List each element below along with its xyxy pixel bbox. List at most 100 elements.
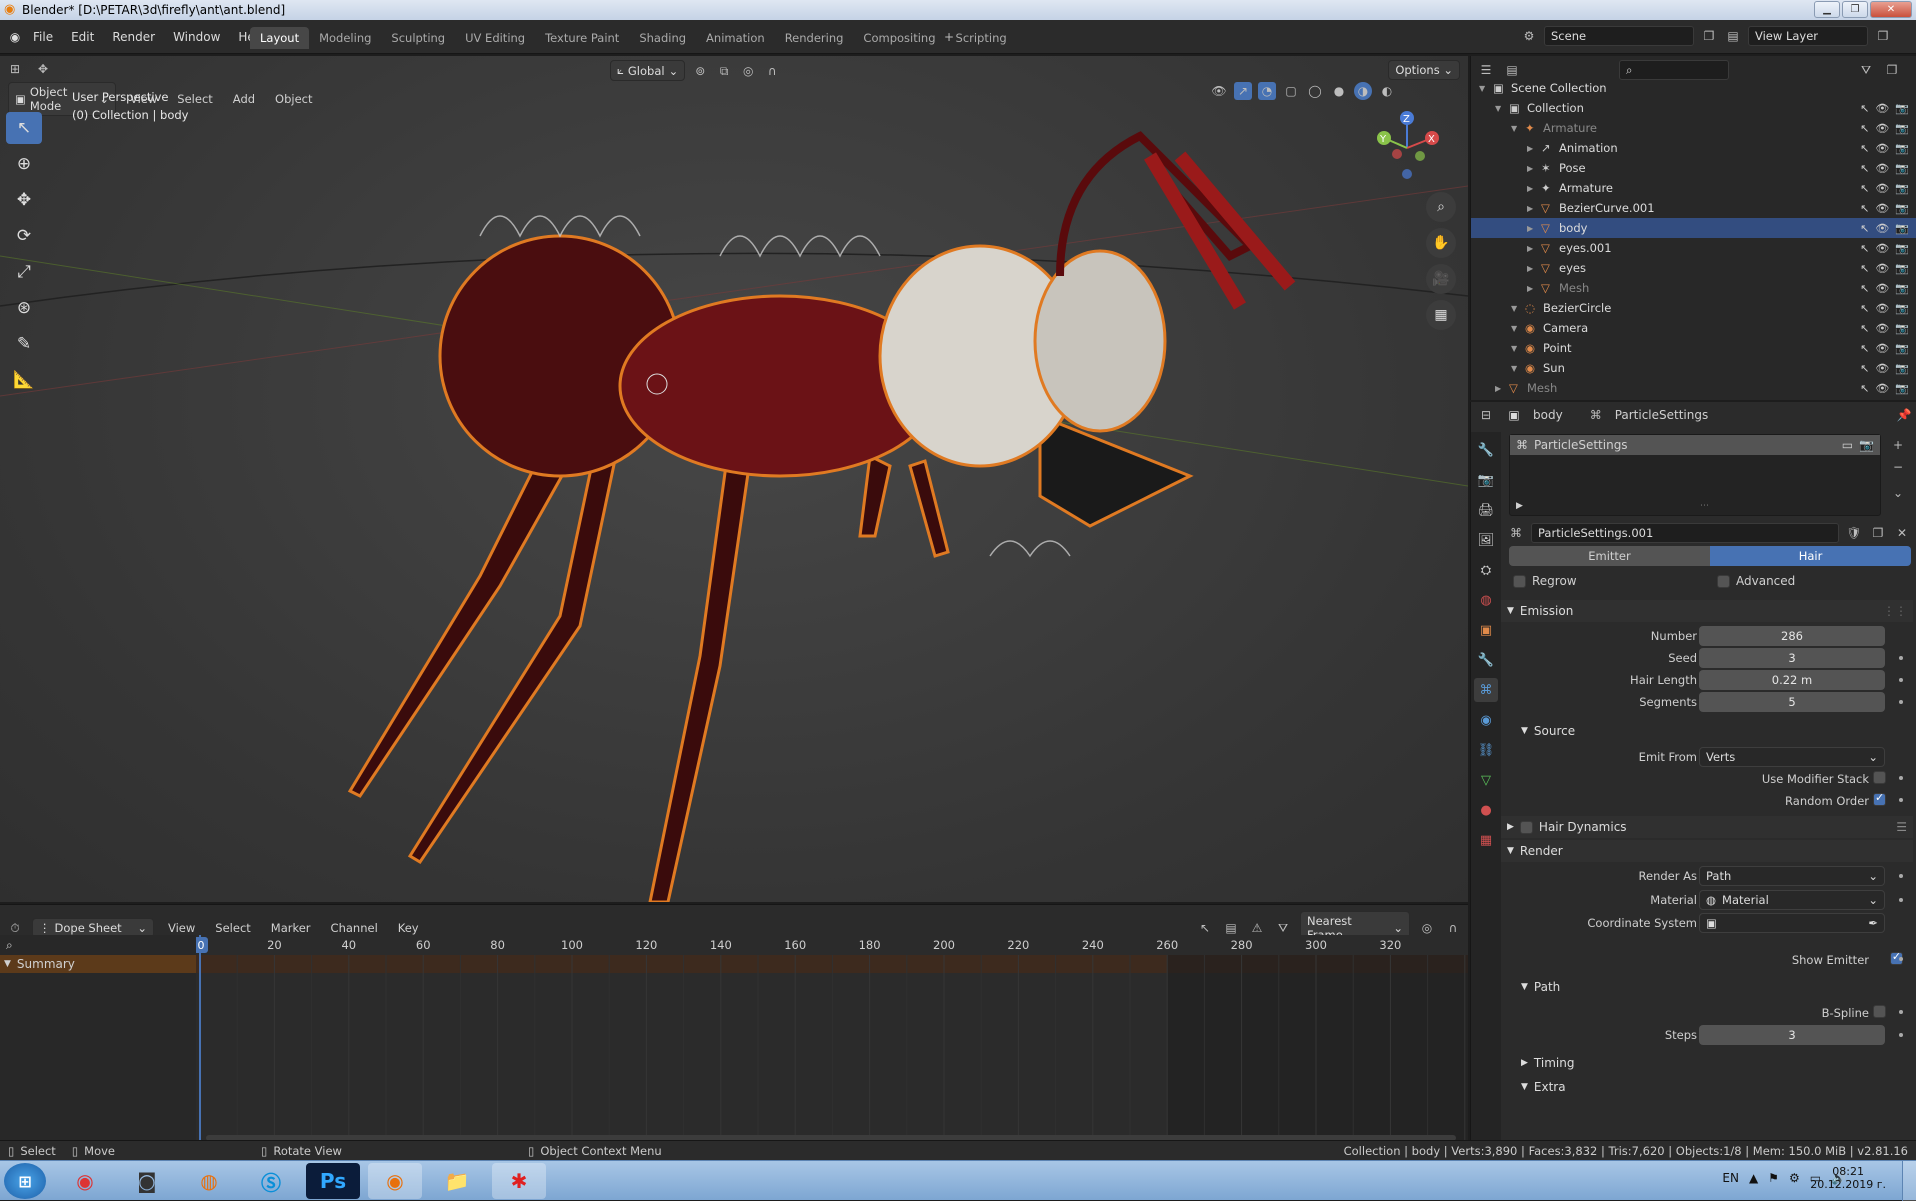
workspace-tab-animation[interactable]: Animation xyxy=(696,27,775,49)
visibility-eye-icon[interactable]: 👁 xyxy=(1875,362,1889,375)
3d-viewport[interactable]: ⊞ ✥ ⟀ Global ⌄ ⊚ ⧉ ◎ ∩ Options ⌄ ▣ Object M… xyxy=(0,56,1468,902)
dope-menu-view[interactable]: View xyxy=(162,921,201,935)
measure-tool[interactable]: 📐 xyxy=(6,364,42,396)
expand-arrow-icon[interactable]: ▶ xyxy=(1527,144,1541,153)
expand-arrow-icon[interactable]: ▼ xyxy=(1511,364,1525,373)
particle-systems-list[interactable]: ⌘ ParticleSettings ▭ 📷 ▶ ⋯ xyxy=(1509,434,1881,516)
visibility-eye-icon[interactable]: 👁 xyxy=(1875,162,1889,175)
annotate-tool[interactable]: ✎ xyxy=(6,328,42,360)
add-workspace-icon[interactable]: + xyxy=(940,28,958,46)
properties-editor-icon[interactable]: ⊟ xyxy=(1477,406,1495,424)
outliner-row[interactable]: ▶ ▽ body ↖ 👁 📷 xyxy=(1471,218,1916,238)
solid-shading-icon[interactable]: ● xyxy=(1330,82,1348,100)
visibility-eye-icon[interactable]: 👁 xyxy=(1875,382,1889,395)
workspace-tab-modeling[interactable]: Modeling xyxy=(309,27,381,49)
extra-subpanel-header[interactable]: ▼ Extra xyxy=(1515,1076,1916,1098)
visibility-icon[interactable]: 👁 xyxy=(1210,82,1228,100)
selectable-toggle-icon[interactable]: ↖ xyxy=(1860,102,1869,115)
material-dropdown[interactable]: ◍ Material ⌄ xyxy=(1699,890,1885,910)
new-view-layer-icon[interactable]: ❐ xyxy=(1874,27,1892,45)
outliner-row[interactable]: ▶ ✶ Pose ↖ 👁 📷 xyxy=(1471,158,1916,178)
outliner-row[interactable]: ▶ ▽ eyes ↖ 👁 📷 xyxy=(1471,258,1916,278)
expand-arrow-icon[interactable]: ▶ xyxy=(1527,244,1541,253)
selectable-toggle-icon[interactable]: ↖ xyxy=(1860,342,1869,355)
seed-field[interactable]: 3 xyxy=(1699,648,1885,668)
visibility-eye-icon[interactable]: 👁 xyxy=(1875,142,1889,155)
texture-tab-icon[interactable]: ▦ xyxy=(1474,828,1498,852)
view-layer-field[interactable]: View Layer xyxy=(1748,26,1868,46)
render-camera-icon[interactable]: 📷 xyxy=(1895,242,1909,255)
outliner-row[interactable]: ▶ ↗ Animation ↖ 👁 📷 xyxy=(1471,138,1916,158)
pan-hand-icon[interactable]: ✋ xyxy=(1426,228,1456,258)
visibility-eye-icon[interactable]: 👁 xyxy=(1875,222,1889,235)
path-subpanel-header[interactable]: ▼ Path xyxy=(1515,976,1916,998)
dope-sheet-timeline[interactable]: 20 40 60 80 100 120 140 160 180 200 220 240 260 280 30… xyxy=(196,935,1468,1149)
render-camera-icon[interactable]: 📷 xyxy=(1895,322,1909,335)
render-camera-icon[interactable]: 📷 xyxy=(1895,102,1909,115)
eyedropper-icon[interactable]: ✒ xyxy=(1868,916,1878,930)
rotate-tool[interactable]: ⟳ xyxy=(6,220,42,252)
select-box-tool[interactable]: ↖ xyxy=(6,112,42,144)
keyframe-dot[interactable] xyxy=(1899,1010,1903,1014)
outliner-row[interactable]: ▶ ▽ Mesh ↖ 👁 📷 xyxy=(1471,378,1916,398)
data-tab-icon[interactable]: ▽ xyxy=(1474,768,1498,792)
zoom-icon[interactable]: ⌕ xyxy=(1426,192,1456,222)
transform-orientation-dropdown[interactable]: ⟀ Global ⌄ xyxy=(610,60,686,81)
visibility-eye-icon[interactable]: 👁 xyxy=(1875,322,1889,335)
hair-length-field[interactable]: 0.22 m xyxy=(1699,670,1885,690)
visibility-eye-icon[interactable]: 👁 xyxy=(1875,282,1889,295)
outliner-row[interactable]: ▼ ▣ Collection ↖ 👁 📷 xyxy=(1471,98,1916,118)
keyframe-dot[interactable] xyxy=(1899,656,1903,660)
material-shading-icon[interactable]: ◑ xyxy=(1354,82,1372,100)
remove-particle-icon[interactable]: − xyxy=(1889,458,1907,476)
regrow-check[interactable] xyxy=(1513,574,1526,588)
outliner-row[interactable]: ▶ ✦ Armature ↖ 👁 📷 xyxy=(1471,178,1916,198)
modifiers-tab-icon[interactable]: 🔧 xyxy=(1474,648,1498,672)
minimize-button[interactable]: ▁ xyxy=(1814,1,1840,18)
menu-edit[interactable]: Edit xyxy=(62,30,103,44)
add-particle-icon[interactable]: + xyxy=(1889,436,1907,454)
workspace-tab-shading[interactable]: Shading xyxy=(629,27,696,49)
viewport-menu-add[interactable]: Add xyxy=(227,92,261,106)
viewport-menu-object[interactable]: Object xyxy=(269,92,318,106)
display-mode-icon[interactable]: ▤ xyxy=(1503,61,1521,79)
regrow-checkbox[interactable]: Regrow xyxy=(1513,574,1577,588)
overlay-toggle-icon[interactable]: ◔ xyxy=(1258,82,1276,100)
expand-arrow-icon[interactable]: ▶ xyxy=(1495,384,1509,393)
drag-handle-icon[interactable]: ⋮⋮ xyxy=(1883,604,1907,618)
expand-arrow-icon[interactable]: ▶ xyxy=(1527,164,1541,173)
steps-field[interactable]: 3 xyxy=(1699,1025,1885,1045)
workspace-tab-uv-editing[interactable]: UV Editing xyxy=(455,27,535,49)
proportional-edit-icon[interactable]: ◎ xyxy=(739,62,757,80)
keyframe-dot[interactable] xyxy=(1899,1033,1903,1037)
visibility-eye-icon[interactable]: 👁 xyxy=(1875,182,1889,195)
selectable-toggle-icon[interactable]: ↖ xyxy=(1860,362,1869,375)
fake-user-icon[interactable]: 🛡 xyxy=(1845,524,1863,542)
physics-tab-icon[interactable]: ◉ xyxy=(1474,708,1498,732)
visibility-eye-icon[interactable]: 👁 xyxy=(1875,262,1889,275)
clock[interactable]: 08:21 20.12.2019 г. xyxy=(1810,1165,1886,1191)
workspace-tab-texture-paint[interactable]: Texture Paint xyxy=(535,27,629,49)
navigation-gizmo[interactable]: Z X Y xyxy=(1372,108,1442,188)
pin-icon[interactable]: 📌 xyxy=(1895,406,1913,424)
expand-arrow-icon[interactable]: ▼ xyxy=(1511,344,1525,353)
expand-arrow-icon[interactable]: ▼ xyxy=(1479,84,1493,93)
render-panel-header[interactable]: ▼ Render xyxy=(1501,840,1913,862)
render-camera-icon[interactable]: 📷 xyxy=(1895,282,1909,295)
outliner-row[interactable]: ▼ ◉ Point ↖ 👁 📷 xyxy=(1471,338,1916,358)
expand-arrow-icon[interactable]: ▶ xyxy=(1527,184,1541,193)
render-camera-icon[interactable]: 📷 xyxy=(1895,142,1909,155)
snap-icon[interactable]: ⧉ xyxy=(715,62,733,80)
outliner-row[interactable]: ▼ ◉ Camera ↖ 👁 📷 xyxy=(1471,318,1916,338)
emission-panel-header[interactable]: ▼ Emission ⋮⋮ xyxy=(1501,600,1913,622)
selectable-toggle-icon[interactable]: ↖ xyxy=(1860,242,1869,255)
render-camera-icon[interactable]: 📷 xyxy=(1895,362,1909,375)
move-tool[interactable]: ✥ xyxy=(6,184,42,216)
output-tab-icon[interactable]: 🖨 xyxy=(1474,498,1498,522)
ruler-bar[interactable] xyxy=(196,935,1468,955)
keyframe-dot[interactable] xyxy=(1899,678,1903,682)
particle-list-item[interactable]: ⌘ ParticleSettings ▭ 📷 xyxy=(1510,435,1880,455)
summary-channel[interactable]: ▼ Summary xyxy=(0,955,196,973)
material-tab-icon[interactable]: ● xyxy=(1474,798,1498,822)
expand-arrow-icon[interactable]: ▶ xyxy=(1527,264,1541,273)
